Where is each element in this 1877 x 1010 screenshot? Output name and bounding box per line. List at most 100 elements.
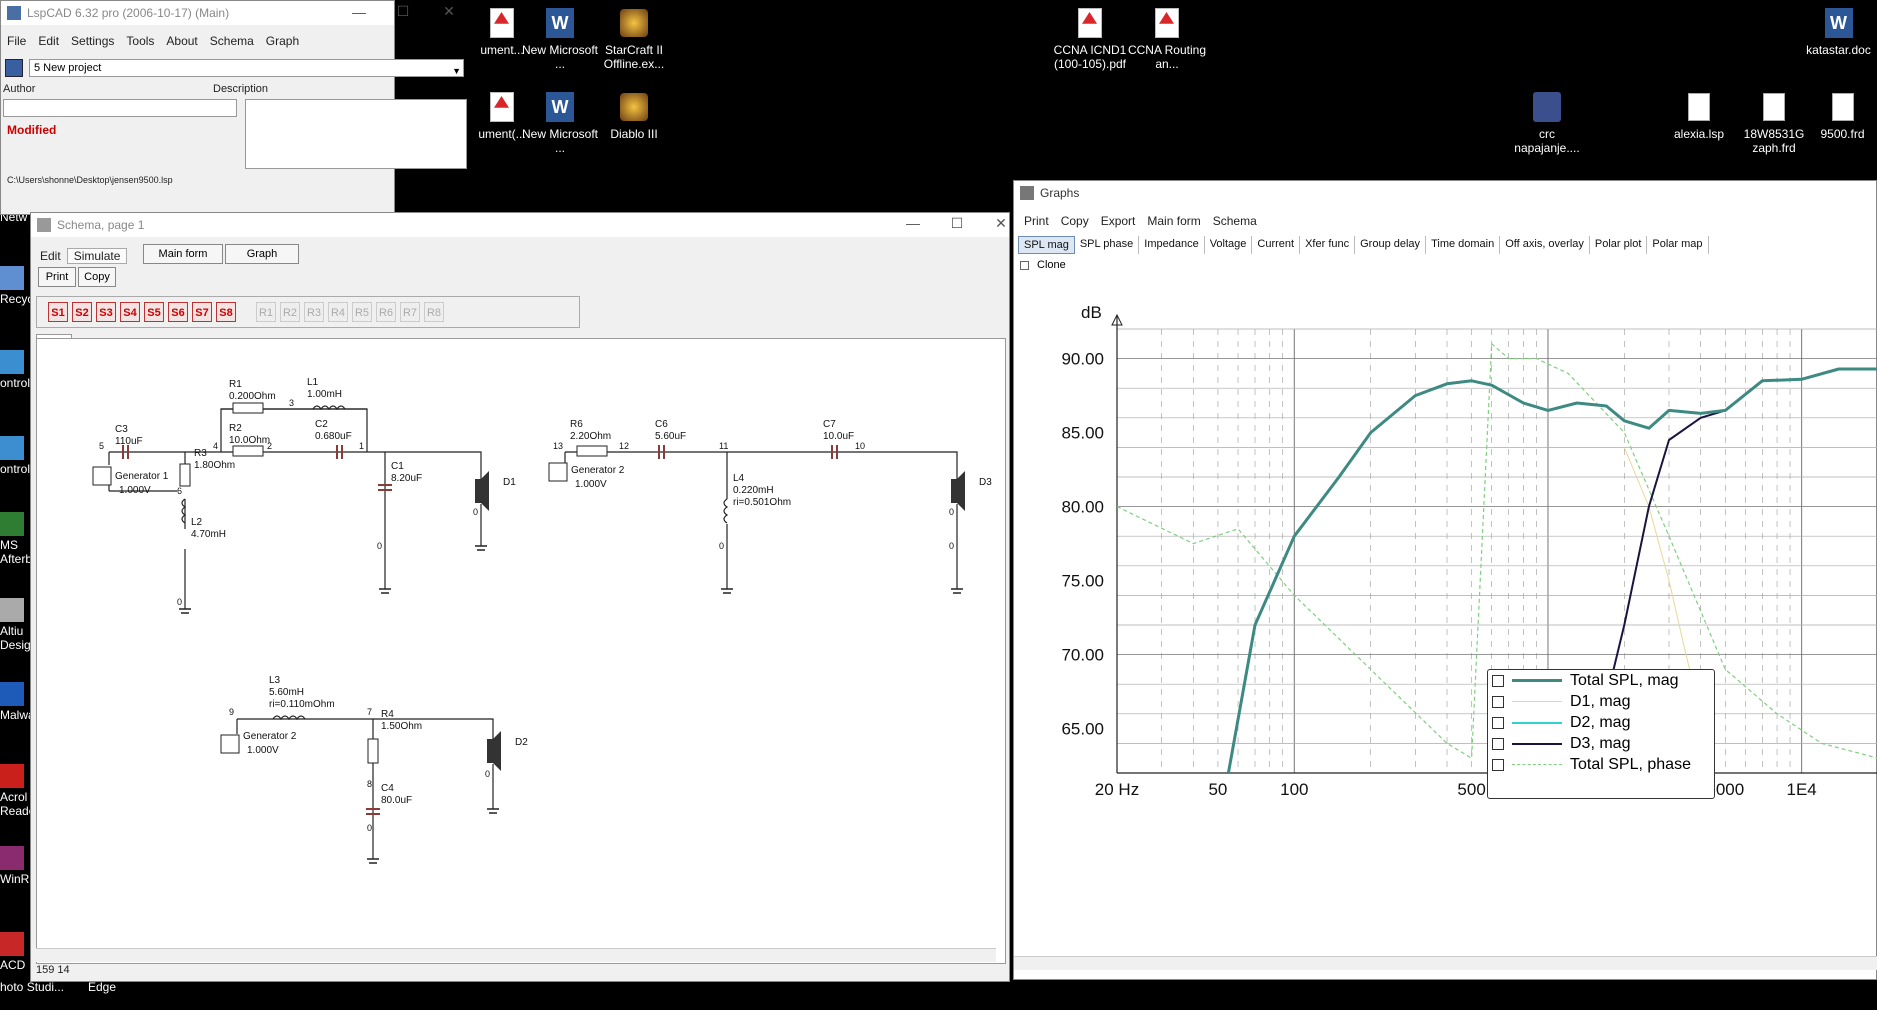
- desktop-icon-word-2[interactable]: W New Microsoft ...: [518, 90, 602, 155]
- legend-checkbox[interactable]: [1492, 674, 1504, 687]
- recall-r2-button[interactable]: R2: [280, 302, 300, 322]
- desktop-icon-alexia[interactable]: alexia.lsp: [1657, 90, 1741, 141]
- desktop-icon-diablo[interactable]: Diablo III: [592, 90, 676, 141]
- edge-label[interactable]: Edge: [88, 980, 116, 994]
- l2-label: L2: [191, 517, 203, 528]
- legend-item[interactable]: D2, mag: [1488, 712, 1714, 733]
- recall-r4-button[interactable]: R4: [328, 302, 348, 322]
- side-icon-acrobat[interactable]: Acrol Reade: [0, 764, 35, 818]
- graphs-menu-export[interactable]: Export: [1095, 214, 1142, 228]
- project-select[interactable]: 5 New project ▼: [29, 59, 464, 77]
- side-icon-acd[interactable]: ACD: [0, 932, 32, 972]
- clone-checkbox[interactable]: [1020, 260, 1029, 270]
- graphs-menu-print[interactable]: Print: [1018, 214, 1055, 228]
- scenario-s4-button[interactable]: S4: [120, 302, 140, 322]
- recall-r3-button[interactable]: R3: [304, 302, 324, 322]
- copy-button[interactable]: Copy: [78, 267, 116, 287]
- graphs-menu-schema[interactable]: Schema: [1207, 214, 1263, 228]
- recall-r5-button[interactable]: R5: [352, 302, 372, 322]
- maximize-icon[interactable]: ☐: [937, 215, 977, 232]
- spl-chart[interactable]: dB 90.00 85.00 80.00 75.00 70.00 65.00 20 Hz 50 1…: [1014, 281, 1877, 901]
- menu-about[interactable]: About: [160, 34, 203, 48]
- schema-hscrollbar[interactable]: [36, 948, 996, 962]
- graphs-hscrollbar[interactable]: [1014, 956, 1877, 970]
- minimize-icon[interactable]: —: [339, 4, 379, 20]
- clone-option[interactable]: Clone: [1020, 259, 1066, 271]
- close-icon[interactable]: ✕: [429, 3, 469, 20]
- tab-spl-mag[interactable]: SPL mag: [1018, 236, 1075, 254]
- legend-item[interactable]: D1, mag: [1488, 691, 1714, 712]
- description-field[interactable]: [245, 99, 467, 169]
- menu-file[interactable]: File: [1, 34, 32, 48]
- schematic-canvas[interactable]: R1 0.200Ohm L1 1.00mH R2 10.0Ohm C2 0.68…: [36, 338, 1006, 964]
- node-label: 13: [553, 441, 563, 451]
- graphs-menu-copy[interactable]: Copy: [1055, 214, 1095, 228]
- legend-checkbox[interactable]: [1492, 716, 1504, 729]
- recall-r6-button[interactable]: R6: [376, 302, 396, 322]
- tab-polar-map[interactable]: Polar map: [1647, 236, 1709, 254]
- y-tick-label: 70.00: [1061, 646, 1104, 665]
- tab-off-axis[interactable]: Off axis, overlay: [1500, 236, 1590, 254]
- author-field[interactable]: [3, 99, 237, 117]
- desktop-icon-18w[interactable]: 18W8531G zaph.frd: [1732, 90, 1816, 155]
- menu-graph[interactable]: Graph: [260, 34, 305, 48]
- scenario-s1-button[interactable]: S1: [48, 302, 68, 322]
- d1-label: D1: [503, 477, 516, 488]
- side-icon-msi[interactable]: MS Afterbu: [0, 512, 39, 566]
- side-icon-winrar[interactable]: WinR: [0, 846, 32, 886]
- graph-button[interactable]: Graph: [225, 244, 299, 264]
- desktop-icon-katastar[interactable]: W katastar.doc: [1800, 6, 1877, 57]
- desktop-icon-word-1[interactable]: W New Microsoft ...: [518, 6, 602, 71]
- maximize-icon[interactable]: ☐: [383, 3, 423, 20]
- acrobat-icon: [0, 764, 24, 788]
- desktop-icon-ccna2[interactable]: CCNA Routing an...: [1125, 6, 1209, 71]
- menu-edit[interactable]: Edit: [32, 34, 65, 48]
- scenario-s5-button[interactable]: S5: [144, 302, 164, 322]
- save-icon[interactable]: [5, 59, 23, 77]
- desktop-icon-starcraft[interactable]: StarCraft II Offline.ex...: [592, 6, 676, 71]
- schema-menu-simulate[interactable]: Simulate: [66, 248, 128, 264]
- side-icon-control2[interactable]: ontrol: [0, 436, 32, 476]
- side-icon-altium[interactable]: Altiu Desig: [0, 598, 32, 652]
- tab-current[interactable]: Current: [1252, 236, 1301, 254]
- legend-checkbox[interactable]: [1492, 758, 1504, 771]
- side-icon-recycle[interactable]: Recycl: [0, 266, 36, 306]
- legend-checkbox[interactable]: [1492, 737, 1504, 750]
- scenario-s7-button[interactable]: S7: [192, 302, 212, 322]
- legend-item[interactable]: Total SPL, phase: [1488, 754, 1714, 775]
- legend-item[interactable]: D3, mag: [1488, 733, 1714, 754]
- tab-spl-phase[interactable]: SPL phase: [1075, 236, 1140, 254]
- modified-status: Modified: [7, 123, 57, 137]
- tab-polar-plot[interactable]: Polar plot: [1590, 236, 1648, 254]
- menu-tools[interactable]: Tools: [120, 34, 160, 48]
- tab-xfer-func[interactable]: Xfer func: [1300, 236, 1356, 254]
- main-form-button[interactable]: Main form: [143, 244, 223, 264]
- scenario-s2-button[interactable]: S2: [72, 302, 92, 322]
- tab-time-domain[interactable]: Time domain: [1426, 236, 1501, 254]
- print-button[interactable]: Print: [38, 267, 76, 287]
- l2-value: 4.70mH: [191, 529, 226, 540]
- scenario-s3-button[interactable]: S3: [96, 302, 116, 322]
- file-icon: [1831, 93, 1854, 121]
- tab-group-delay[interactable]: Group delay: [1355, 236, 1427, 254]
- tab-impedance[interactable]: Impedance: [1139, 236, 1205, 254]
- side-icon-control1[interactable]: ontrol: [0, 350, 32, 390]
- desktop-icon-ccna1[interactable]: CCNA ICND1 (100-105).pdf: [1048, 6, 1132, 71]
- legend-checkbox[interactable]: [1492, 695, 1504, 708]
- recall-r7-button[interactable]: R7: [400, 302, 420, 322]
- scenario-s8-button[interactable]: S8: [216, 302, 236, 322]
- legend-item[interactable]: Total SPL, mag: [1488, 670, 1714, 691]
- tab-voltage[interactable]: Voltage: [1205, 236, 1253, 254]
- minimize-icon[interactable]: —: [893, 215, 933, 231]
- graphs-menu-main-form[interactable]: Main form: [1141, 214, 1206, 228]
- menu-settings[interactable]: Settings: [65, 34, 120, 48]
- menu-schema[interactable]: Schema: [204, 34, 260, 48]
- desktop-icon-crc[interactable]: crc napajanje....: [1505, 90, 1589, 155]
- scenario-s6-button[interactable]: S6: [168, 302, 188, 322]
- desktop-icon-9500[interactable]: 9500.frd: [1808, 90, 1877, 141]
- path-dropdown-icon[interactable]: ▼: [441, 179, 452, 191]
- recall-r1-button[interactable]: R1: [256, 302, 276, 322]
- side-icon-malware[interactable]: Malwar: [0, 682, 39, 722]
- recall-r8-button[interactable]: R8: [424, 302, 444, 322]
- schema-menu-edit[interactable]: Edit: [34, 249, 67, 263]
